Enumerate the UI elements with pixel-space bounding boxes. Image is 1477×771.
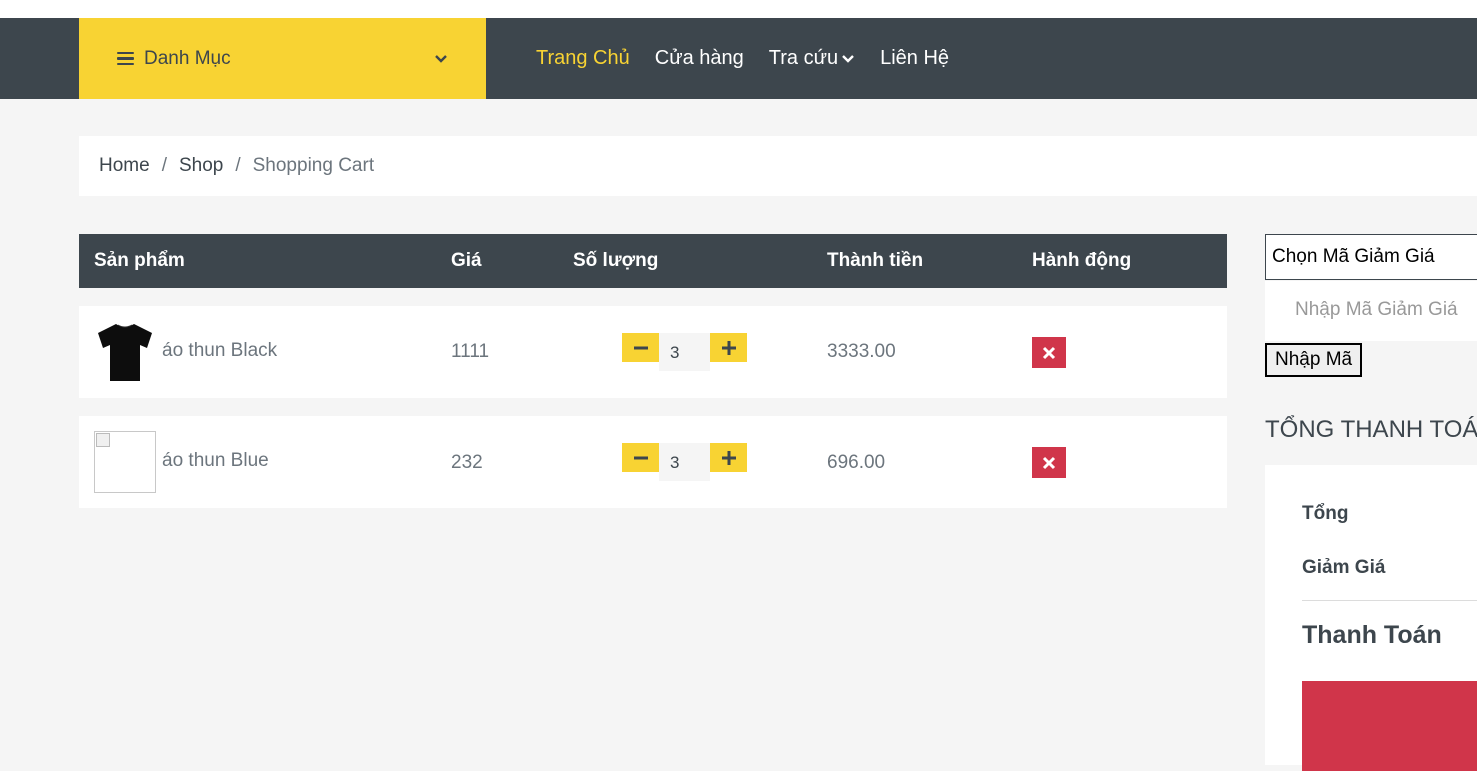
remove-item-button[interactable] [1032, 447, 1066, 478]
product-price: 232 [451, 452, 483, 473]
discount-label: Giảm Giá [1302, 557, 1386, 578]
broken-image-icon [94, 431, 156, 493]
line-total: 696.00 [827, 452, 886, 473]
coupon-select[interactable]: Chọn Mã Giảm Giá [1265, 234, 1477, 280]
plus-icon [721, 340, 736, 355]
coupon-input[interactable]: Nhập Mã Giảm Giá [1265, 281, 1477, 341]
col-action: Hành động [1032, 250, 1132, 271]
divider [1302, 600, 1477, 601]
subtotal-label: Tổng [1302, 503, 1349, 524]
category-toggle[interactable]: Danh Mục [79, 18, 486, 99]
breadcrumb-current: Shopping Cart [252, 155, 375, 176]
top-strip [0, 0, 1477, 18]
menu-icon [117, 51, 134, 66]
remove-item-button[interactable] [1032, 337, 1066, 368]
nav-shop[interactable]: Cửa hàng [655, 47, 744, 70]
quantity-input[interactable]: 3 [659, 443, 710, 481]
increase-qty-button[interactable] [710, 443, 747, 472]
grand-total-label: Thanh Toán [1302, 621, 1442, 649]
product-image [94, 321, 156, 383]
minus-icon [633, 346, 648, 349]
summary-title: TỔNG THANH TOÁN [1265, 416, 1477, 443]
chevron-down-icon [842, 54, 854, 63]
breadcrumb-separator: / [161, 155, 167, 176]
main-nav: Trang Chủ Cửa hàng Tra cứu Liên Hệ [536, 18, 974, 99]
nav-contact[interactable]: Liên Hệ [880, 47, 949, 70]
decrease-qty-button[interactable] [622, 443, 659, 472]
product-name[interactable]: áo thun Black [162, 340, 277, 362]
nav-home[interactable]: Trang Chủ [536, 47, 630, 70]
navbar: Danh Mục Trang Chủ Cửa hàng Tra cứu Liên… [0, 18, 1477, 99]
summary-box: Tổng Giảm Giá Thanh Toán [1265, 465, 1477, 771]
breadcrumb-separator: / [235, 155, 241, 176]
tshirt-icon [98, 324, 152, 381]
table-row: áo thun Black 1111 3 3333.00 [79, 306, 1227, 398]
breadcrumb-home[interactable]: Home [99, 155, 150, 177]
breadcrumb: Home / Shop / Shopping Cart [79, 136, 1477, 196]
plus-icon [721, 450, 736, 465]
close-icon [1042, 456, 1056, 469]
checkout-button[interactable] [1302, 681, 1477, 771]
line-total: 3333.00 [827, 341, 896, 362]
col-price: Giá [451, 250, 482, 271]
quantity-input[interactable]: 3 [659, 333, 710, 371]
minus-icon [633, 456, 648, 459]
col-product: Sản phẩm [94, 250, 185, 271]
apply-coupon-button[interactable]: Nhập Mã [1265, 343, 1363, 377]
breadcrumb-shop[interactable]: Shop [179, 155, 223, 177]
product-name[interactable]: áo thun Blue [162, 450, 269, 472]
cart-table-header: Sản phẩm Giá Số lượng Thành tiền Hành độ… [79, 234, 1227, 288]
nav-lookup[interactable]: Tra cứu [769, 47, 855, 70]
col-total: Thành tiền [827, 250, 924, 271]
decrease-qty-button[interactable] [622, 333, 659, 362]
category-label: Danh Mục [144, 47, 231, 69]
increase-qty-button[interactable] [710, 333, 747, 362]
product-price: 1111 [451, 341, 490, 362]
close-icon [1042, 346, 1056, 359]
col-quantity: Số lượng [573, 250, 659, 271]
chevron-down-icon [435, 54, 447, 63]
nav-lookup-label: Tra cứu [768, 47, 839, 69]
table-row: áo thun Blue 232 3 696.00 [79, 416, 1227, 508]
